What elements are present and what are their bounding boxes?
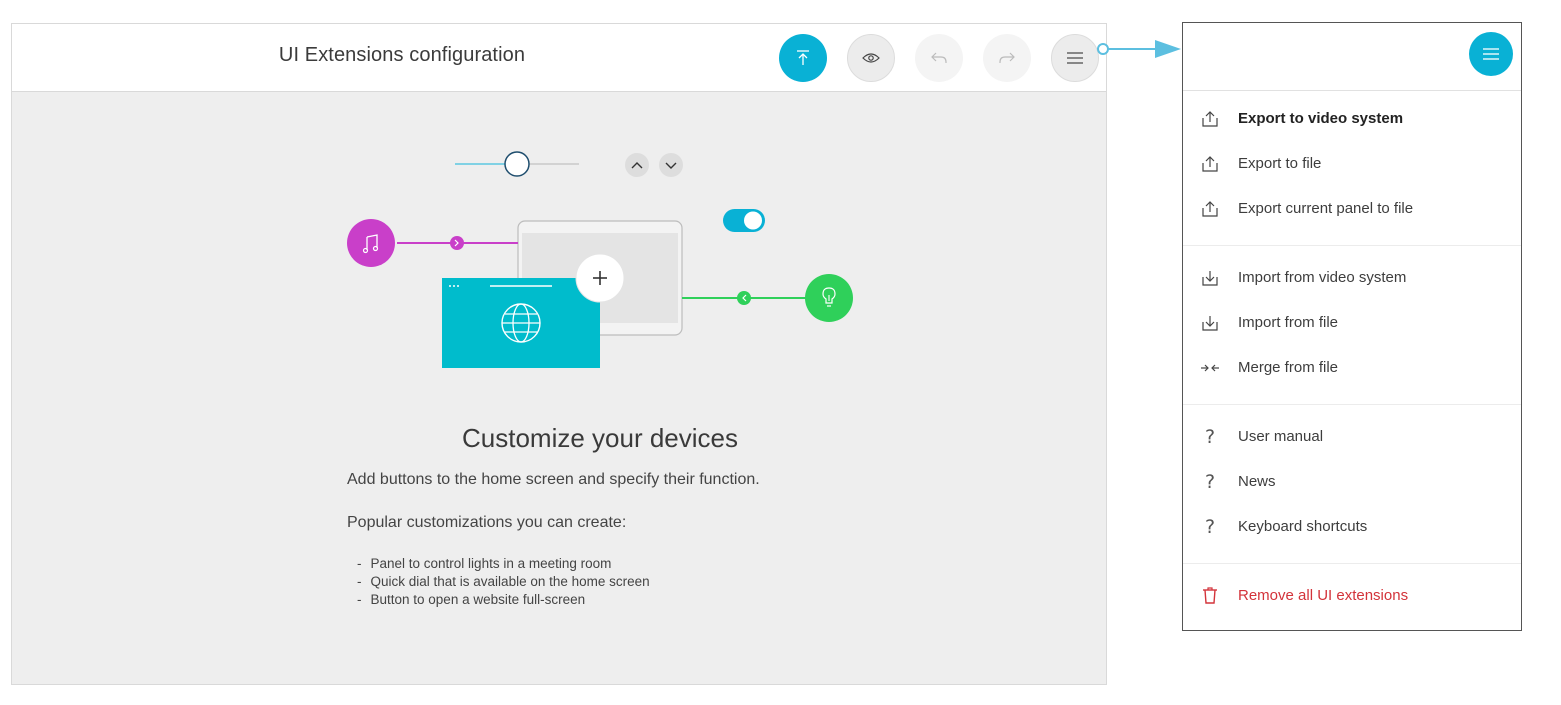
menu-group-export: Export to video system Export to file Ex… bbox=[1183, 96, 1521, 231]
lightbulb-connector-dot bbox=[737, 291, 751, 305]
menu-group-remove: Remove all UI extensions bbox=[1183, 573, 1521, 618]
toggle-illustration bbox=[723, 209, 765, 232]
menu-divider bbox=[1183, 245, 1521, 246]
empty-state-illustration bbox=[347, 151, 853, 368]
menu-button[interactable] bbox=[1051, 34, 1099, 82]
preview-button[interactable] bbox=[847, 34, 895, 82]
editor-header: UI Extensions configuration bbox=[12, 24, 1106, 92]
menu-header bbox=[1183, 23, 1521, 91]
menu-group-help: ? User manual ? News ? Keyboard shortcut… bbox=[1183, 414, 1521, 549]
example-item: Quick dial that is available on the home… bbox=[357, 573, 650, 591]
music-node bbox=[347, 219, 395, 267]
example-item: Panel to control lights in a meeting roo… bbox=[357, 555, 650, 573]
undo-icon bbox=[931, 52, 947, 63]
chevron-down-icon bbox=[659, 153, 683, 177]
menu-item-export-to-file[interactable]: Export to file bbox=[1183, 141, 1521, 186]
menu-item-import-from-video-system[interactable]: Import from video system bbox=[1183, 255, 1521, 300]
help-icon: ? bbox=[1204, 515, 1216, 538]
main-menu-dropdown: Export to video system Export to file Ex… bbox=[1182, 22, 1522, 631]
help-icon: ? bbox=[1204, 425, 1216, 448]
merge-icon bbox=[1199, 357, 1221, 379]
menu-group-import: Import from video system Import from fil… bbox=[1183, 255, 1521, 390]
menu-item-user-manual[interactable]: ? User manual bbox=[1183, 414, 1521, 459]
music-connector-dot bbox=[450, 236, 464, 250]
trash-icon bbox=[1199, 585, 1221, 607]
upload-button[interactable] bbox=[779, 34, 827, 82]
menu-item-label: Import from video system bbox=[1238, 269, 1407, 286]
export-icon bbox=[1199, 198, 1221, 220]
menu-item-label: Export to file bbox=[1238, 155, 1322, 172]
export-icon bbox=[1199, 108, 1221, 130]
slider-illustration bbox=[455, 151, 579, 177]
menu-item-remove-all-extensions[interactable]: Remove all UI extensions bbox=[1183, 573, 1521, 618]
upload-icon bbox=[797, 50, 809, 65]
menu-item-label: Merge from file bbox=[1238, 359, 1339, 376]
add-icon bbox=[575, 253, 625, 303]
menu-item-label: Export to video system bbox=[1238, 110, 1404, 127]
redo-button[interactable] bbox=[983, 34, 1031, 82]
import-icon bbox=[1199, 312, 1221, 334]
editor-window: UI Extensions configuration Customize yo… bbox=[11, 23, 1107, 685]
menu-item-label: Export current panel to file bbox=[1238, 200, 1414, 217]
empty-state-heading: Customize your devices bbox=[462, 423, 738, 453]
menu-item-news[interactable]: ? News bbox=[1183, 459, 1521, 504]
empty-state-description: Add buttons to the home screen and speci… bbox=[347, 471, 760, 488]
menu-divider bbox=[1183, 563, 1521, 564]
import-icon bbox=[1199, 267, 1221, 289]
menu-item-merge-from-file[interactable]: Merge from file bbox=[1183, 345, 1521, 390]
menu-item-export-to-video-system[interactable]: Export to video system bbox=[1183, 96, 1521, 141]
export-icon bbox=[1199, 153, 1221, 175]
menu-item-import-from-file[interactable]: Import from file bbox=[1183, 300, 1521, 345]
example-item: Button to open a website full-screen bbox=[357, 591, 650, 609]
callout-arrow bbox=[1097, 40, 1181, 58]
hamburger-icon bbox=[1067, 52, 1083, 64]
redo-icon bbox=[999, 52, 1015, 63]
editor-body: Customize your devices Add buttons to th… bbox=[12, 92, 1106, 684]
menu-toggle-button[interactable] bbox=[1469, 32, 1513, 76]
menu-item-label: Keyboard shortcuts bbox=[1238, 518, 1368, 535]
menu-item-label: Remove all UI extensions bbox=[1238, 587, 1409, 604]
help-icon: ? bbox=[1204, 470, 1216, 493]
menu-item-label: User manual bbox=[1238, 428, 1324, 445]
hamburger-icon bbox=[1483, 48, 1499, 60]
customization-examples: Panel to control lights in a meeting roo… bbox=[357, 555, 650, 609]
menu-divider bbox=[1183, 404, 1521, 405]
page-title: UI Extensions configuration bbox=[278, 44, 526, 66]
undo-button[interactable] bbox=[915, 34, 963, 82]
menu-item-label: News bbox=[1238, 473, 1276, 490]
menu-item-keyboard-shortcuts[interactable]: ? Keyboard shortcuts bbox=[1183, 504, 1521, 549]
chevron-up-icon bbox=[625, 153, 649, 177]
menu-item-label: Import from file bbox=[1238, 314, 1339, 331]
menu-item-export-current-panel[interactable]: Export current panel to file bbox=[1183, 186, 1521, 231]
popular-customizations-label: Popular customizations you can create: bbox=[347, 514, 627, 531]
eye-icon bbox=[862, 53, 880, 63]
